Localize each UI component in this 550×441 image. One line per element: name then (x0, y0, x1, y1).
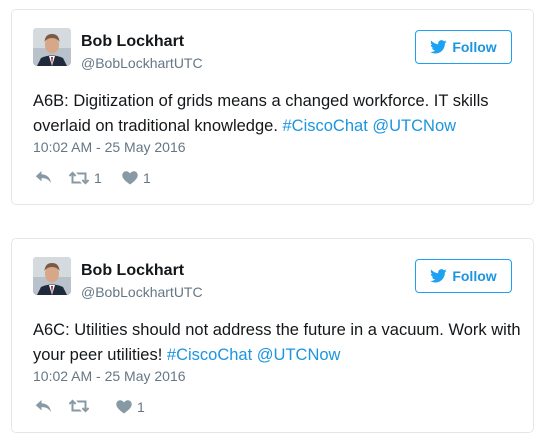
retweet-icon (69, 171, 89, 185)
follow-label: Follow (452, 268, 497, 284)
follow-button[interactable]: Follow (415, 30, 512, 64)
avatar[interactable] (33, 257, 71, 295)
like-count: 1 (137, 399, 145, 415)
follow-button[interactable]: Follow (415, 259, 512, 293)
retweet-button[interactable]: 1 (69, 170, 102, 186)
tweet-text: A6B: Digitization of grids means a chang… (33, 89, 523, 139)
tweet-timestamp[interactable]: 10:02 AM - 25 May 2016 (33, 139, 186, 155)
author-name[interactable]: Bob Lockhart (81, 262, 184, 280)
tweet-actions: 1 1 (33, 170, 233, 188)
hashtag-link[interactable]: #CiscoChat (167, 346, 252, 364)
like-button[interactable]: 1 (116, 399, 145, 415)
reply-icon (35, 171, 51, 183)
tweet-timestamp[interactable]: 10:02 AM - 25 May 2016 (33, 368, 186, 384)
twitter-bird-icon (430, 40, 447, 54)
avatar[interactable] (33, 28, 71, 66)
author-handle[interactable]: @BobLockhartUTC (81, 55, 203, 71)
reply-button[interactable] (35, 170, 52, 184)
mention-link[interactable]: @UTCNow (257, 346, 341, 364)
tweet-actions: 1 (33, 399, 233, 417)
retweet-button[interactable] (69, 399, 94, 413)
author-handle[interactable]: @BobLockhartUTC (81, 284, 203, 300)
tweet-card: Bob Lockhart @BobLockhartUTC Follow A6B:… (11, 9, 534, 205)
heart-icon (122, 171, 138, 185)
follow-label: Follow (452, 39, 497, 55)
like-button[interactable]: 1 (122, 170, 151, 186)
mention-link[interactable]: @UTCNow (372, 117, 456, 135)
like-count: 1 (143, 170, 151, 186)
heart-icon (116, 400, 132, 414)
author-name[interactable]: Bob Lockhart (81, 33, 184, 51)
twitter-bird-icon (430, 269, 447, 283)
retweet-count: 1 (94, 170, 102, 186)
hashtag-link[interactable]: #CiscoChat (283, 117, 368, 135)
reply-icon (35, 400, 51, 412)
reply-button[interactable] (35, 399, 52, 413)
retweet-icon (69, 399, 89, 413)
tweet-text: A6C: Utilities should not address the fu… (33, 318, 523, 368)
tweet-card: Bob Lockhart @BobLockhartUTC Follow A6C:… (11, 238, 534, 433)
